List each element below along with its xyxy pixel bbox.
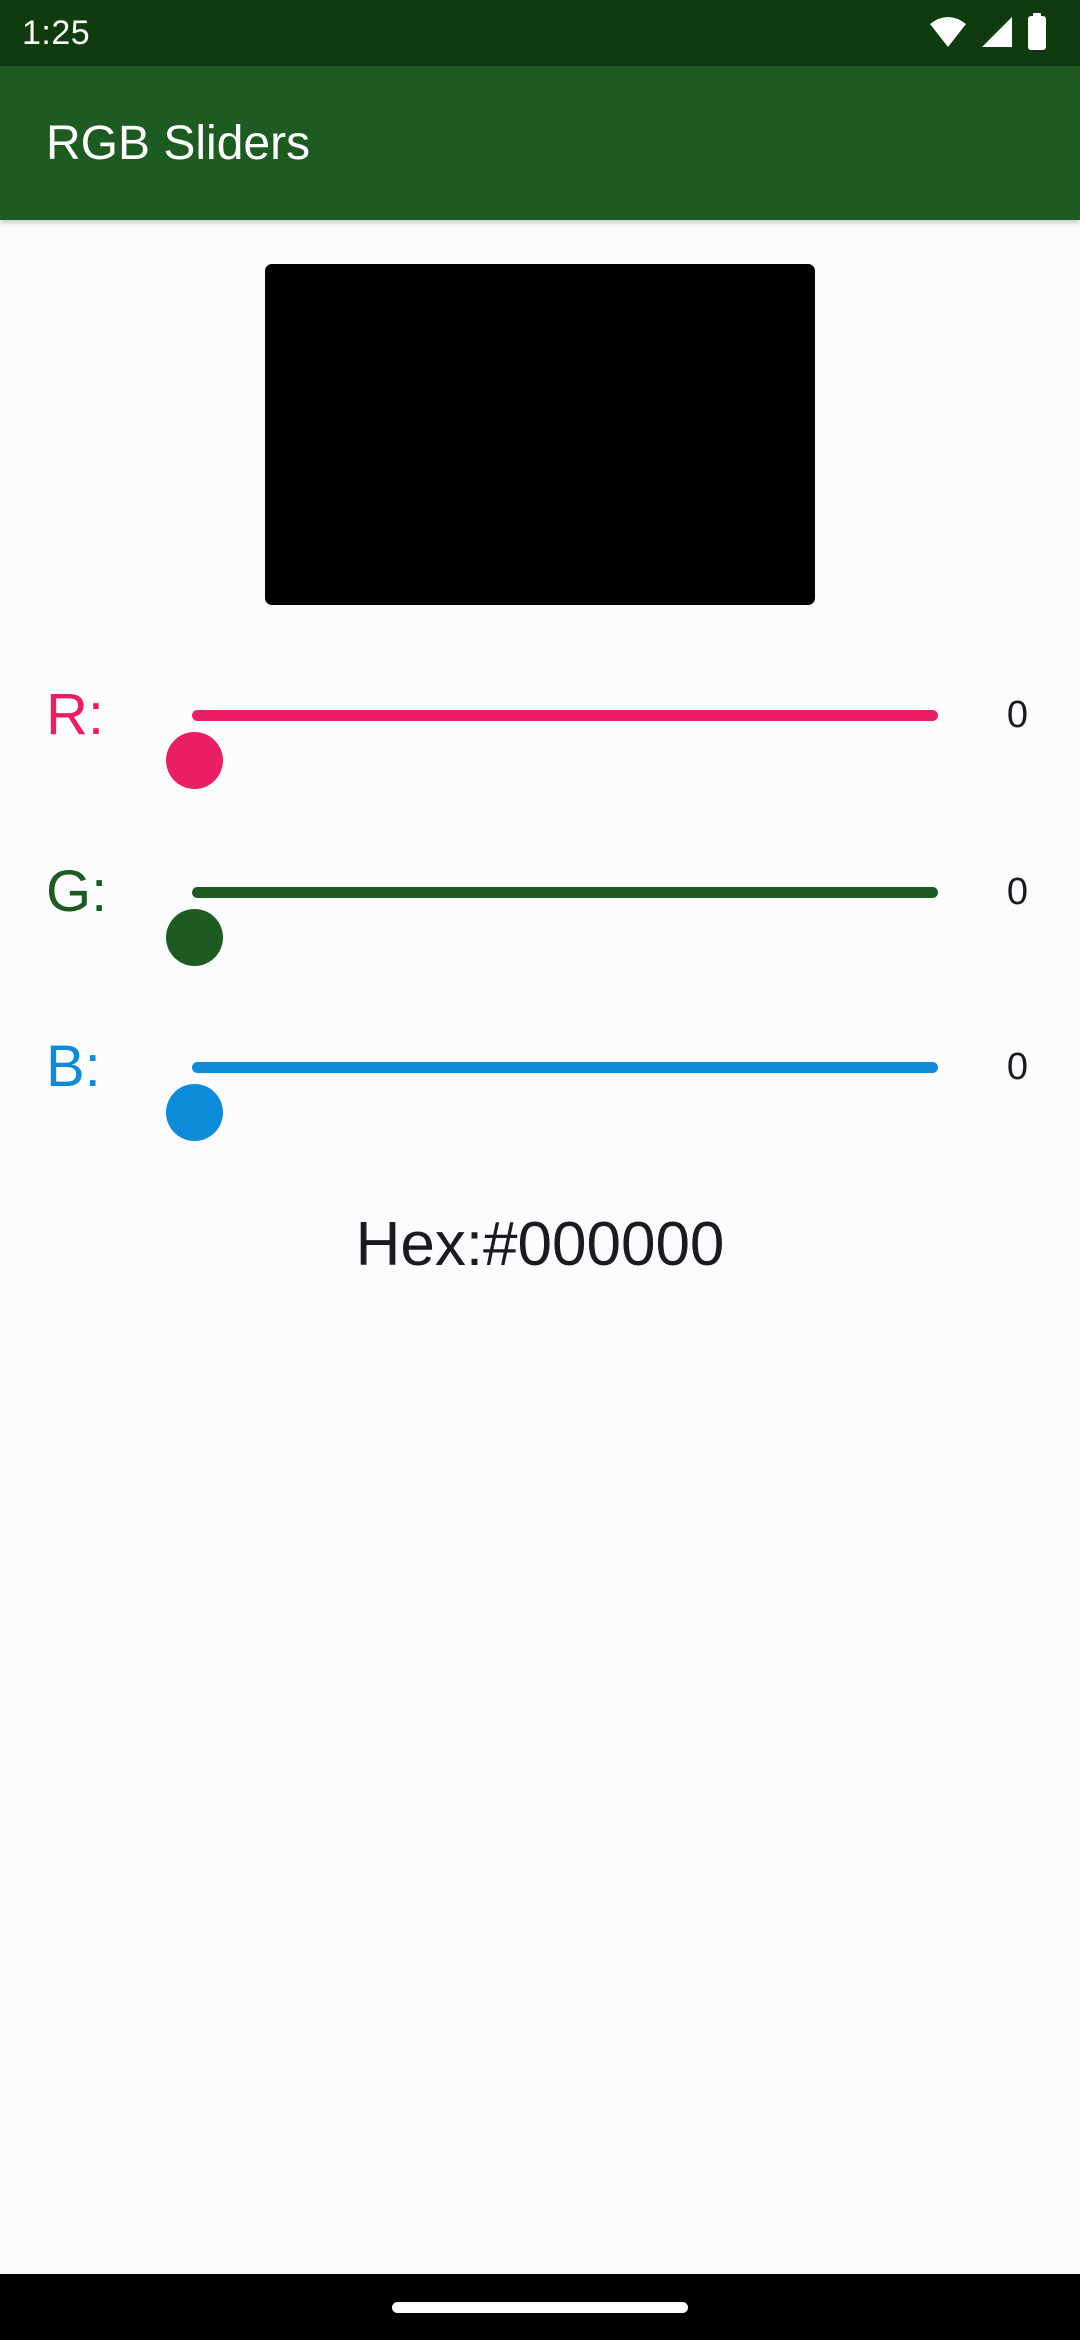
battery-icon xyxy=(1026,12,1048,56)
slider-value-red: 0 xyxy=(1006,694,1028,736)
status-time: 1:25 xyxy=(22,14,91,52)
slider-row-red: R: 0 xyxy=(0,665,1080,789)
slider-value-green: 0 xyxy=(1006,871,1028,913)
status-icons xyxy=(928,12,1048,56)
slider-row-green: G: 0 xyxy=(0,842,1080,966)
slider-blue-thumb[interactable] xyxy=(166,1084,223,1141)
slider-blue[interactable] xyxy=(166,1062,938,1141)
app-bar: RGB Sliders xyxy=(0,66,1080,220)
status-bar: 1:25 xyxy=(0,0,1080,66)
slider-green[interactable] xyxy=(166,887,938,966)
slider-green-thumb[interactable] xyxy=(166,909,223,966)
navigation-bar xyxy=(0,2274,1080,2340)
slider-red-thumb[interactable] xyxy=(166,732,223,789)
color-preview xyxy=(265,264,815,605)
wifi-icon xyxy=(928,15,968,54)
home-gesture-handle[interactable] xyxy=(392,2302,688,2313)
slider-label-red: R: xyxy=(46,682,104,747)
app-title: RGB Sliders xyxy=(46,117,311,170)
slider-label-blue: B: xyxy=(46,1034,101,1099)
slider-row-blue: B: 0 xyxy=(0,1017,1080,1141)
slider-red[interactable] xyxy=(166,710,938,789)
slider-value-blue: 0 xyxy=(1006,1046,1028,1088)
slider-label-green: G: xyxy=(46,859,108,924)
hex-value: Hex:#000000 xyxy=(355,1210,725,1279)
cellular-signal-icon xyxy=(980,15,1014,54)
